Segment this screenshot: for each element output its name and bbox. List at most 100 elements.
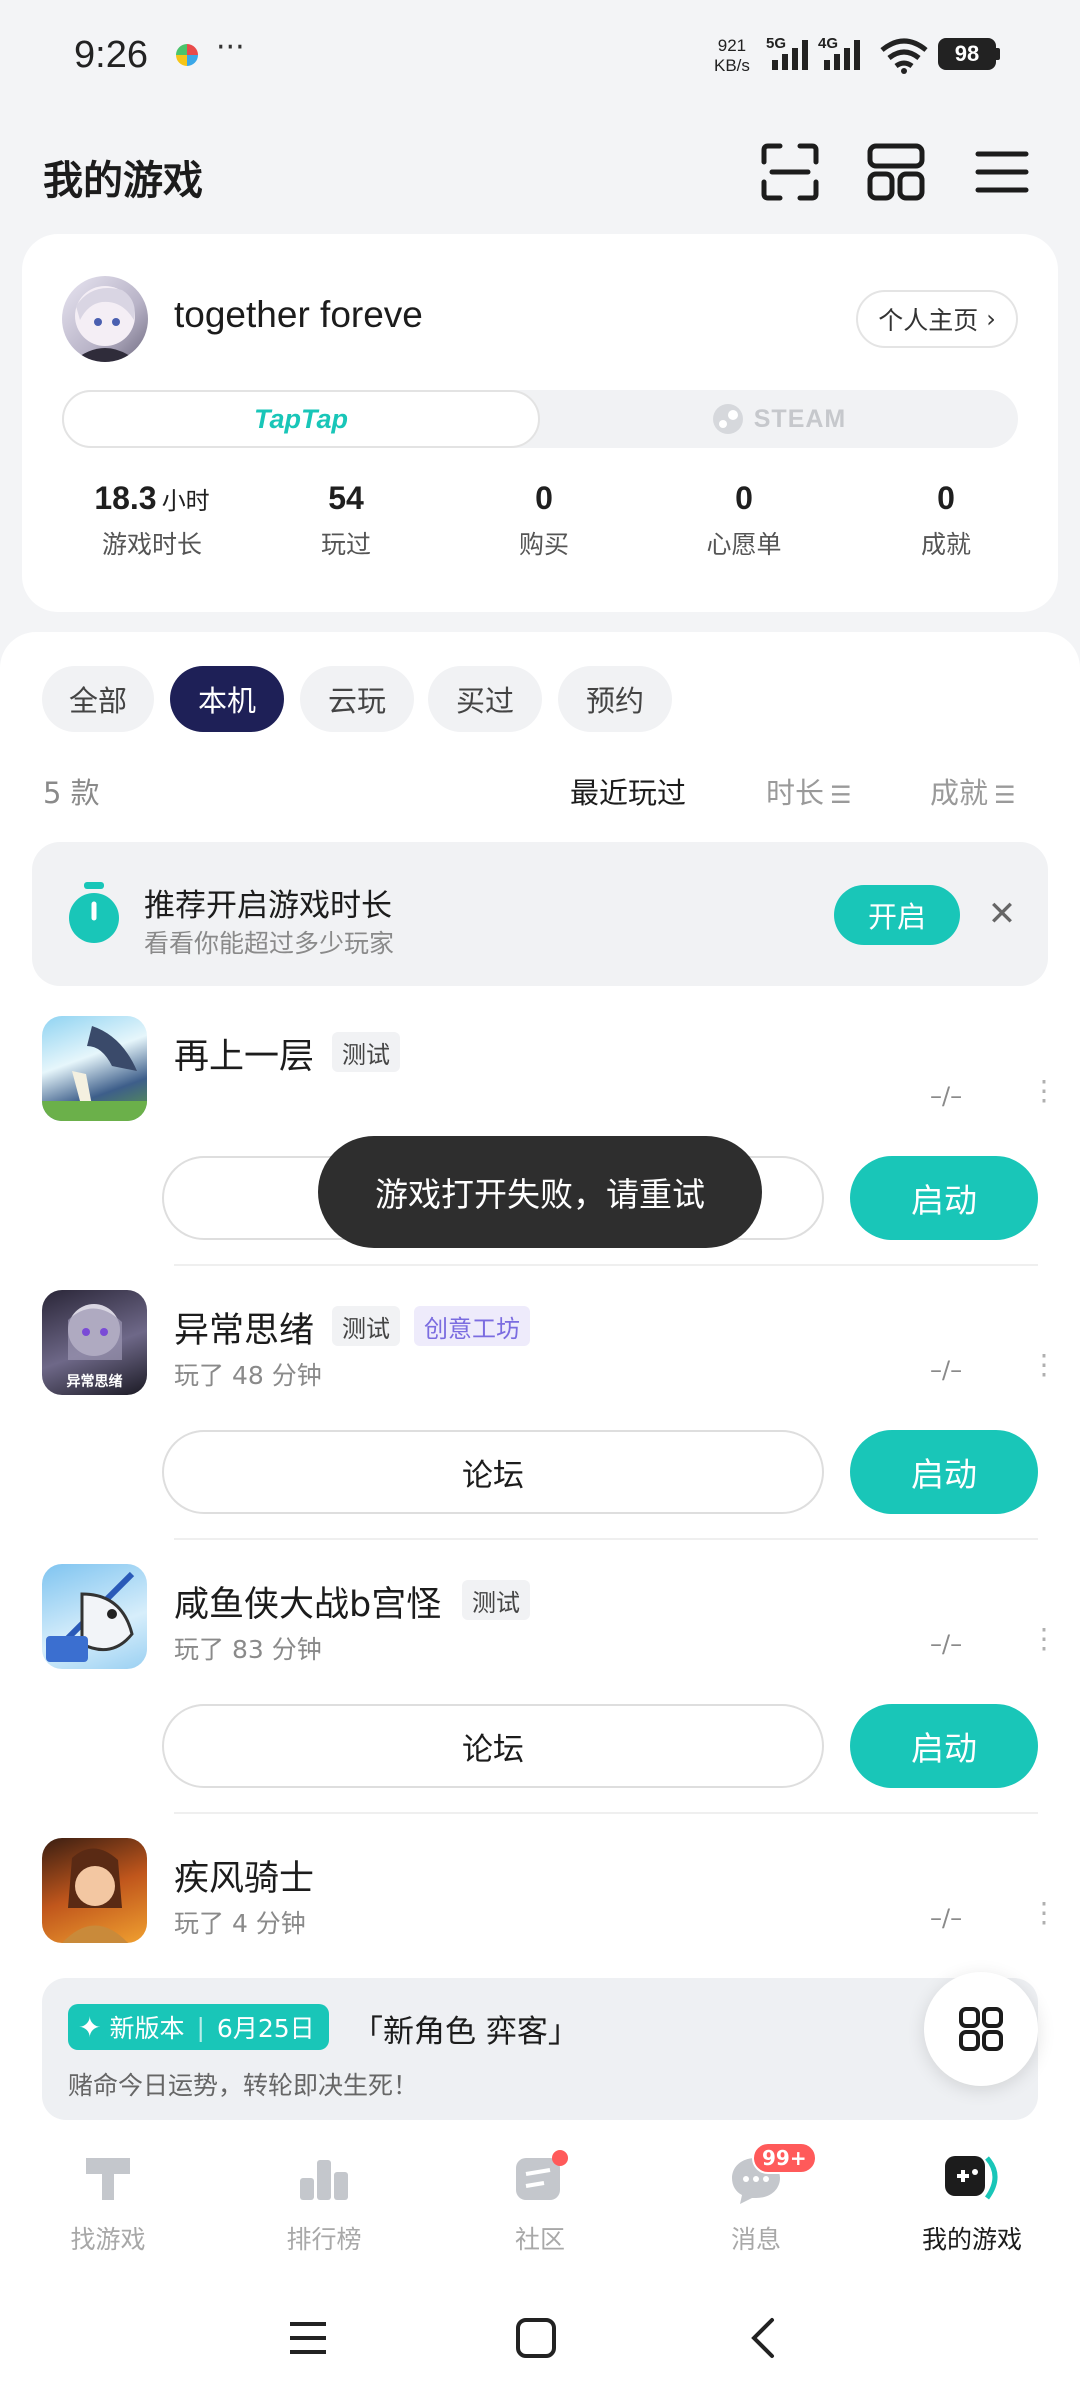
stat-played[interactable]: 54 玩过: [256, 480, 436, 561]
net-speed: 921 KB/s: [714, 36, 750, 75]
stat-achievements[interactable]: 0 成就: [856, 480, 1036, 561]
message-count-badge: 99+: [752, 2142, 817, 2174]
sort-icon: ☰: [994, 781, 1016, 809]
nav-community[interactable]: 社区: [460, 2148, 620, 2256]
playtime-banner: 推荐开启游戏时长 看看你能超过多少玩家 开启 ✕: [32, 842, 1048, 986]
nav-messages[interactable]: 消息 99+: [676, 2142, 836, 2256]
stat-wishlist[interactable]: 0 心愿单: [654, 480, 834, 561]
game-rating: –/–: [930, 1630, 963, 1658]
update-title: 「新角色 弈客」: [352, 2014, 579, 2050]
scan-icon[interactable]: [758, 140, 822, 204]
divider: [174, 1538, 1038, 1540]
app-notification-icon: [176, 44, 198, 66]
launch-button[interactable]: 启动: [850, 1430, 1038, 1514]
status-bar: 9:26 ··· 921 KB/s 5G 4G 98: [0, 0, 1080, 110]
enable-playtime-button[interactable]: 开启: [834, 885, 960, 945]
stat-playtime[interactable]: 18.3 小时 游戏时长: [62, 480, 242, 561]
game-icon-label: 异常思绪: [66, 1374, 123, 1390]
game-count: 5 款: [43, 776, 100, 810]
tag-test: 测试: [332, 1032, 400, 1072]
filter-chip-local[interactable]: 本机: [170, 666, 284, 732]
my-games-icon: [945, 2156, 998, 2200]
sort-icon: ☰: [830, 781, 852, 809]
game-name: 异常思绪: [174, 1311, 315, 1351]
divider: [174, 1812, 1038, 1814]
nav-rankings[interactable]: 排行榜: [244, 2148, 404, 2256]
tag-test: 测试: [462, 1580, 530, 1620]
game-playtime: 玩了 48 分钟: [174, 1361, 322, 1390]
nav-find-games[interactable]: 找游戏: [28, 2148, 188, 2256]
svg-text:4G: 4G: [818, 35, 838, 52]
more-options-icon[interactable]: ⋮: [1030, 1899, 1058, 1927]
game-rating: –/–: [930, 1904, 963, 1932]
stat-purchased[interactable]: 0 购买: [454, 480, 634, 561]
update-card[interactable]: ✦ 新版本 | 6月25日 「新角色 弈客」 赌命今日运势，转轮即决生死！: [42, 1978, 1038, 2120]
game-rating: –/–: [930, 1082, 963, 1110]
error-toast: 游戏打开失败，请重试: [318, 1136, 762, 1248]
username: together foreve: [174, 294, 423, 335]
game-playtime: 玩了 4 分钟: [174, 1909, 306, 1938]
forum-button[interactable]: 论坛: [162, 1704, 824, 1788]
banner-subtitle: 看看你能超过多少玩家: [144, 929, 395, 958]
divider: [174, 1264, 1038, 1266]
tab-steam[interactable]: STEAM: [540, 390, 1018, 448]
sort-recent[interactable]: 最近玩过: [570, 770, 686, 812]
game-name: 疾风骑士: [174, 1859, 315, 1899]
find-games-icon: [86, 2158, 130, 2200]
tab-taptap[interactable]: TapTap: [62, 390, 540, 448]
apps-grid-button[interactable]: [924, 1972, 1038, 2086]
nav-my-games[interactable]: 我的游戏: [892, 2148, 1052, 2256]
filter-chip-reserved[interactable]: 预约: [558, 666, 672, 732]
menu-icon[interactable]: [970, 140, 1034, 204]
forum-button[interactable]: 论坛: [162, 1430, 824, 1514]
community-icon: [516, 2150, 568, 2200]
more-notifications-icon: ···: [216, 30, 245, 65]
avatar[interactable]: [62, 276, 148, 362]
game-name: 再上一层: [174, 1037, 315, 1077]
launch-button[interactable]: 启动: [850, 1156, 1038, 1240]
platform-toggle: TapTap STEAM: [62, 390, 1018, 448]
tag-test: 测试: [332, 1306, 400, 1346]
game-icon[interactable]: [42, 1016, 147, 1121]
tag-workshop: 创意工坊: [414, 1306, 530, 1346]
new-version-badge: ✦ 新版本 | 6月25日: [68, 2004, 329, 2050]
more-options-icon[interactable]: ⋮: [1030, 1625, 1058, 1653]
signal-4g-icon: 4G: [818, 35, 860, 70]
stopwatch-icon: [69, 882, 119, 943]
chevron-right-icon: ›: [986, 305, 996, 333]
profile-card: together foreve 个人主页 › TapTap STEAM 18.3 …: [22, 234, 1058, 612]
svg-text:5G: 5G: [766, 35, 786, 52]
game-icon[interactable]: [42, 1838, 147, 1943]
personal-homepage-button[interactable]: 个人主页 ›: [856, 290, 1018, 348]
filter-chip-all[interactable]: 全部: [42, 666, 154, 732]
page-title: 我的游戏: [43, 158, 203, 204]
close-icon[interactable]: ✕: [980, 892, 1024, 936]
game-playtime: 玩了 83 分钟: [174, 1635, 322, 1664]
update-subtitle: 赌命今日运势，转轮即决生死！: [68, 2071, 419, 2100]
filter-chip-cloud[interactable]: 云玩: [300, 666, 414, 732]
home-icon[interactable]: [514, 2316, 558, 2360]
game-icon[interactable]: 异常思绪: [42, 1290, 147, 1395]
wifi-icon: [880, 38, 928, 74]
game-icon[interactable]: [42, 1564, 147, 1669]
more-options-icon[interactable]: ⋮: [1030, 1351, 1058, 1379]
game-rating: –/–: [930, 1356, 963, 1384]
grid-icon: [959, 2007, 1003, 2051]
sparkle-icon: ✦: [78, 2010, 102, 2044]
layout-icon[interactable]: [864, 140, 928, 204]
bottom-nav: 找游戏 排行榜 社区 消息 99+ 我的游戏: [0, 2128, 1080, 2278]
recent-apps-icon[interactable]: [286, 2318, 330, 2358]
steam-icon: [712, 404, 743, 434]
filter-chip-bought[interactable]: 买过: [428, 666, 542, 732]
launch-button[interactable]: 启动: [850, 1704, 1038, 1788]
status-time: 9:26: [74, 34, 148, 76]
more-options-icon[interactable]: ⋮: [1030, 1077, 1058, 1105]
banner-title: 推荐开启游戏时长: [144, 888, 392, 924]
system-nav-bar: [0, 2278, 1080, 2400]
back-icon[interactable]: [744, 2316, 784, 2360]
game-name: 咸鱼侠大战b宫怪: [174, 1585, 442, 1625]
sort-achievement[interactable]: 成就 ☰: [930, 770, 1016, 812]
rankings-icon: [300, 2160, 348, 2200]
battery-icon: 98: [938, 38, 996, 70]
sort-duration[interactable]: 时长 ☰: [766, 770, 852, 812]
